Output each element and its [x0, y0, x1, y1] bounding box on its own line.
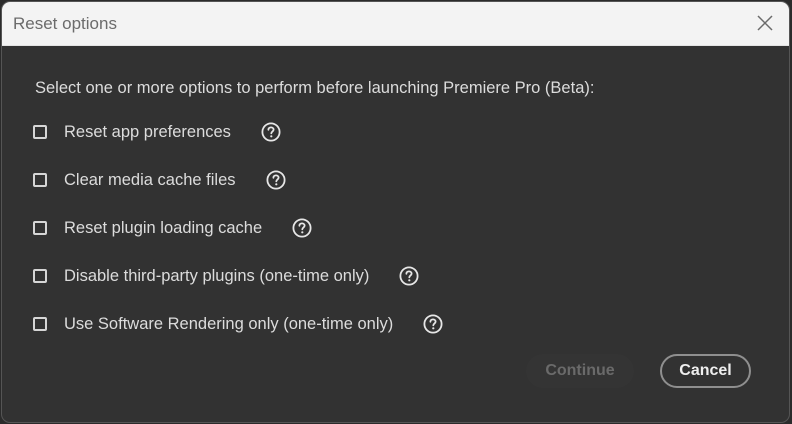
question-circle-icon: [423, 314, 443, 334]
reset-options-dialog: Reset options Select one or more options…: [2, 2, 789, 422]
reset-plugin-cache-checkbox[interactable]: [33, 221, 47, 235]
help-button[interactable]: [423, 314, 443, 334]
reset-app-preferences-checkbox[interactable]: [33, 125, 47, 139]
option-reset-app-preferences: Reset app preferences: [33, 120, 281, 144]
option-disable-third-party-plugins: Disable third-party plugins (one-time on…: [33, 264, 419, 288]
disable-third-party-plugins-checkbox[interactable]: [33, 269, 47, 283]
question-circle-icon: [292, 218, 312, 238]
option-reset-plugin-cache: Reset plugin loading cache: [33, 216, 312, 240]
help-button[interactable]: [292, 218, 312, 238]
option-software-rendering: Use Software Rendering only (one-time on…: [33, 312, 443, 336]
continue-button[interactable]: Continue: [526, 354, 634, 388]
question-circle-icon: [399, 266, 419, 286]
question-circle-icon: [265, 170, 286, 190]
close-button[interactable]: [750, 8, 780, 38]
option-label: Use Software Rendering only (one-time on…: [64, 314, 394, 333]
cancel-button[interactable]: Cancel: [660, 354, 751, 388]
question-circle-icon: [261, 122, 281, 142]
option-label: Clear media cache files: [64, 170, 236, 189]
close-icon: [757, 15, 773, 31]
clear-media-cache-checkbox[interactable]: [33, 173, 47, 187]
option-label: Reset plugin loading cache: [64, 218, 263, 237]
option-label: Disable third-party plugins (one-time on…: [64, 266, 370, 285]
dialog-prompt: Select one or more options to perform be…: [35, 79, 595, 97]
title-bar: Reset options: [2, 2, 789, 46]
software-rendering-checkbox[interactable]: [33, 317, 47, 331]
window-title: Reset options: [13, 14, 117, 33]
help-button[interactable]: [261, 122, 281, 142]
option-label: Reset app preferences: [64, 122, 231, 141]
option-clear-media-cache: Clear media cache files: [33, 168, 286, 192]
help-button[interactable]: [399, 266, 419, 286]
help-button[interactable]: [265, 170, 286, 190]
